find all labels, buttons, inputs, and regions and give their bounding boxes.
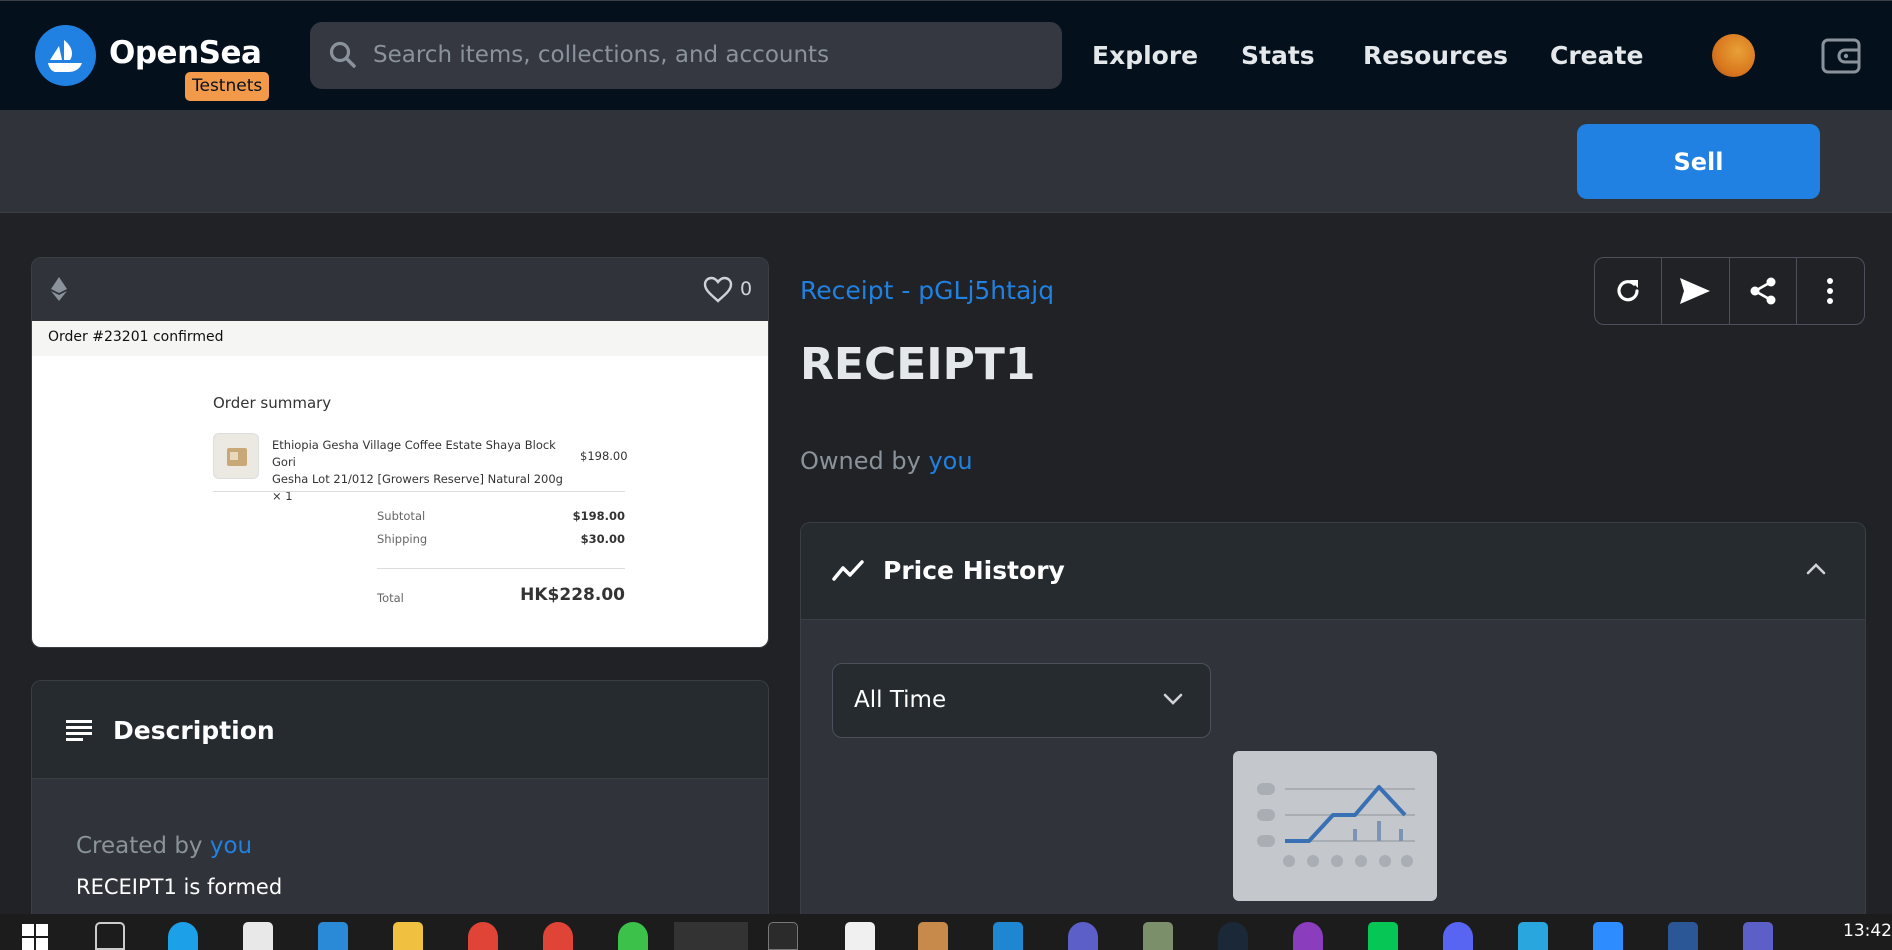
asset-image-header: 0 bbox=[32, 258, 768, 321]
receipt-divider bbox=[213, 491, 625, 492]
receipt-divider bbox=[377, 568, 625, 569]
receipt-summary-heading: Order summary bbox=[213, 394, 332, 412]
store-icon[interactable] bbox=[243, 922, 273, 950]
owner-action-bar: Sell bbox=[0, 110, 1892, 213]
time-range-select[interactable]: All Time bbox=[832, 663, 1211, 738]
refresh-icon bbox=[1617, 280, 1639, 302]
wechat-icon[interactable] bbox=[618, 922, 648, 950]
chevron-down-icon bbox=[1163, 693, 1183, 705]
sell-button[interactable]: Sell bbox=[1577, 124, 1820, 199]
nav-create[interactable]: Create bbox=[1550, 41, 1643, 70]
brand-name[interactable]: OpenSea bbox=[109, 35, 262, 71]
nav-explore[interactable]: Explore bbox=[1092, 41, 1198, 70]
refresh-button[interactable] bbox=[1595, 258, 1663, 324]
receipt-order-number: Order #23201 confirmed bbox=[48, 329, 224, 345]
transfer-button[interactable] bbox=[1662, 258, 1730, 324]
owner-link[interactable]: you bbox=[928, 447, 972, 475]
eclipse-icon[interactable] bbox=[1068, 922, 1098, 950]
asset-image-card: 0 Order #23201 confirmed Order summary E… bbox=[31, 257, 769, 648]
edge-browser-icon[interactable] bbox=[168, 922, 198, 950]
testnets-badge: Testnets bbox=[185, 72, 270, 101]
git-tool-icon[interactable] bbox=[1143, 922, 1173, 950]
price-history-panel: Price History All Time bbox=[800, 522, 1866, 950]
subtotal-value: $198.00 bbox=[572, 509, 625, 523]
shipping-value: $30.00 bbox=[580, 532, 625, 546]
created-by: Created by you bbox=[76, 833, 252, 859]
time-range-value: All Time bbox=[854, 687, 947, 713]
wallet-icon[interactable] bbox=[1820, 37, 1862, 75]
opensea-logo-icon[interactable] bbox=[35, 25, 96, 86]
steam-icon[interactable] bbox=[1218, 922, 1248, 950]
send-icon bbox=[1680, 278, 1711, 304]
receipt-item-line1: Ethiopia Gesha Village Coffee Estate Sha… bbox=[272, 438, 556, 469]
description-title: Description bbox=[113, 716, 275, 745]
vscode-icon[interactable] bbox=[993, 922, 1023, 950]
taskbar-clock[interactable]: 13:42 bbox=[1843, 921, 1892, 941]
asset-image[interactable]: Order #23201 confirmed Order summary Eth… bbox=[32, 321, 768, 647]
network-tool-icon[interactable] bbox=[1518, 922, 1548, 950]
owned-by-label: Owned by bbox=[800, 447, 921, 475]
task-view-icon[interactable] bbox=[95, 922, 125, 950]
mail-icon[interactable] bbox=[318, 922, 348, 950]
active-app-icon[interactable] bbox=[674, 922, 748, 950]
favorite-count: 0 bbox=[740, 278, 753, 300]
file-explorer-icon[interactable] bbox=[393, 922, 423, 950]
notepad-icon[interactable] bbox=[845, 922, 875, 950]
discord-icon[interactable] bbox=[1443, 922, 1473, 950]
shipping-label: Shipping bbox=[377, 532, 428, 546]
trending-line-icon bbox=[832, 560, 864, 581]
receipt-item-price: $198.00 bbox=[580, 449, 628, 463]
owned-by: Owned by you bbox=[800, 447, 973, 475]
github-desktop-icon[interactable] bbox=[1293, 922, 1323, 950]
ethereum-icon bbox=[51, 277, 67, 301]
total-label: Total bbox=[377, 591, 404, 605]
creator-link[interactable]: you bbox=[210, 833, 252, 859]
chrome-profile-icon[interactable] bbox=[543, 922, 573, 950]
terminal-icon[interactable] bbox=[768, 922, 798, 950]
word-icon[interactable] bbox=[1668, 922, 1698, 950]
search-icon bbox=[329, 41, 356, 68]
share-icon bbox=[1750, 277, 1776, 305]
description-lines-icon bbox=[66, 720, 92, 741]
profile-avatar[interactable] bbox=[1712, 34, 1755, 77]
receipt-item-line2: Gesha Lot 21/012 [Growers Reserve] Natur… bbox=[272, 472, 563, 503]
line-icon[interactable] bbox=[1368, 922, 1398, 950]
windows-start-icon[interactable] bbox=[22, 924, 48, 950]
search-placeholder: Search items, collections, and accounts bbox=[373, 42, 830, 68]
asset-actions-group bbox=[1594, 257, 1865, 325]
asset-title: RECEIPT1 bbox=[800, 339, 1036, 390]
search-input[interactable]: Search items, collections, and accounts bbox=[310, 22, 1062, 89]
price-history-header[interactable]: Price History bbox=[801, 523, 1865, 620]
package-icon[interactable] bbox=[918, 922, 948, 950]
chrome-icon[interactable] bbox=[468, 922, 498, 950]
top-nav: OpenSea Testnets Search items, collectio… bbox=[0, 0, 1892, 110]
share-button[interactable] bbox=[1730, 258, 1797, 324]
teams-icon[interactable] bbox=[1743, 922, 1773, 950]
more-options-button[interactable] bbox=[1797, 258, 1864, 324]
product-thumbnail bbox=[213, 433, 259, 479]
nav-resources[interactable]: Resources bbox=[1363, 41, 1508, 70]
description-header[interactable]: Description bbox=[32, 681, 768, 779]
nav-stats[interactable]: Stats bbox=[1241, 41, 1315, 70]
description-panel: Description Created by you RECEIPT1 is f… bbox=[31, 680, 769, 950]
no-data-chart-illustration bbox=[1233, 751, 1437, 901]
subtotal-label: Subtotal bbox=[377, 509, 426, 523]
total-value: HK$228.00 bbox=[520, 585, 625, 605]
collection-link[interactable]: Receipt - pGLj5htajq bbox=[800, 276, 1054, 305]
chevron-up-icon[interactable] bbox=[1805, 561, 1827, 577]
description-text: RECEIPT1 is formed bbox=[76, 875, 283, 899]
os-taskbar: 13:42 bbox=[0, 914, 1892, 950]
receipt-item: Ethiopia Gesha Village Coffee Estate Sha… bbox=[272, 437, 572, 505]
favorite-heart-icon[interactable] bbox=[703, 276, 733, 303]
zoom-icon[interactable] bbox=[1593, 922, 1623, 950]
more-vertical-icon bbox=[1827, 278, 1834, 304]
created-by-label: Created by bbox=[76, 833, 203, 859]
price-history-title: Price History bbox=[883, 556, 1065, 585]
